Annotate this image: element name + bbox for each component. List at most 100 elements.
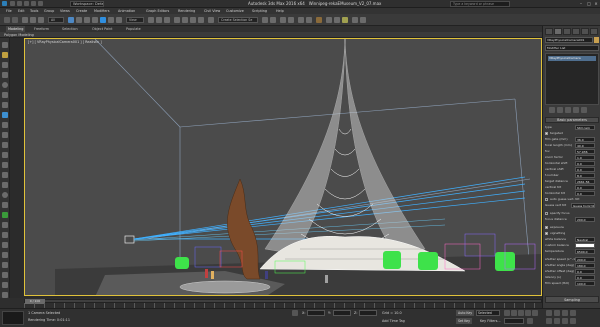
next-frame-icon[interactable]: [525, 310, 531, 316]
pin-stack-icon[interactable]: [549, 107, 555, 113]
sampling-rollout[interactable]: Sampling: [545, 296, 599, 303]
previous-frame-icon[interactable]: [511, 310, 517, 316]
percent-snap-icon[interactable]: [190, 17, 196, 23]
teapot-icon[interactable]: [2, 102, 8, 108]
x-coordinate-field[interactable]: [307, 310, 325, 316]
vray-light-icon[interactable]: [360, 17, 366, 23]
set-key-button[interactable]: Set Key: [456, 318, 473, 324]
rendered-frame-window-icon[interactable]: [334, 17, 340, 23]
zoom-all-icon[interactable]: [554, 310, 560, 316]
select-scale-icon[interactable]: [116, 17, 122, 23]
basic-parameters-rollout[interactable]: Basic parameters: [545, 117, 599, 123]
render-setup-icon[interactable]: [326, 17, 332, 23]
viewport-label[interactable]: [+] [ VRayPhysicalCamera001 ] [ Realisti…: [28, 40, 102, 44]
zoom-extents-all-icon[interactable]: [570, 310, 576, 316]
geometry-icon[interactable]: [2, 112, 8, 118]
param-field[interactable]: 200.0: [575, 217, 595, 222]
named-selection-dropdown[interactable]: Create Selection Se: [218, 17, 258, 23]
remove-modifier-icon[interactable]: [573, 107, 579, 113]
forest-icon[interactable]: [2, 212, 8, 218]
tree-icon[interactable]: [2, 272, 8, 278]
minimize-icon[interactable]: –: [578, 1, 584, 7]
modifier-stack-item[interactable]: VRayPhysicalCamera: [548, 56, 596, 61]
pivot-center-icon[interactable]: [148, 17, 154, 23]
redo-icon[interactable]: [12, 17, 18, 23]
vray-frame-buffer-icon[interactable]: [352, 17, 358, 23]
close-icon[interactable]: ×: [593, 1, 599, 7]
param-checkbox[interactable]: [545, 212, 548, 215]
loft-icon[interactable]: [2, 242, 8, 248]
play-icon[interactable]: [518, 310, 524, 316]
redo-icon[interactable]: [38, 1, 43, 6]
param-checkbox[interactable]: [545, 198, 548, 201]
reference-coordinate-dropdown[interactable]: View: [126, 17, 144, 23]
current-frame-field[interactable]: [504, 318, 524, 324]
param-field[interactable]: 36.0: [575, 137, 595, 142]
rectangular-selection-icon[interactable]: [84, 17, 90, 23]
color-swatch[interactable]: [575, 243, 595, 248]
param-field[interactable]: 0.0: [575, 185, 595, 190]
link-icon[interactable]: [22, 17, 28, 23]
param-checkbox[interactable]: [545, 132, 548, 135]
selection-filter-dropdown[interactable]: All: [48, 17, 64, 23]
object-color-swatch[interactable]: [594, 37, 599, 43]
param-dropdown[interactable]: Still cam: [575, 125, 595, 130]
mirror-icon[interactable]: [262, 17, 268, 23]
vray-fur-icon[interactable]: [2, 172, 8, 178]
vray-sphere-icon[interactable]: [2, 192, 8, 198]
scatter-paint-icon[interactable]: [2, 262, 8, 268]
field-of-view-icon[interactable]: [546, 318, 552, 324]
auto-key-button[interactable]: Auto Key: [456, 310, 475, 316]
edit-named-selection-icon[interactable]: [208, 17, 214, 23]
maximize-viewport-icon[interactable]: [570, 318, 576, 324]
new-file-icon[interactable]: [10, 1, 15, 6]
maximize-icon[interactable]: □: [586, 1, 592, 7]
keyboard-shortcut-icon[interactable]: [164, 17, 170, 23]
undo-icon[interactable]: [4, 17, 10, 23]
go-to-end-icon[interactable]: [532, 310, 538, 316]
snaps-toggle-icon[interactable]: [174, 17, 180, 23]
select-move-icon[interactable]: [100, 17, 106, 23]
render-production-icon[interactable]: [342, 17, 348, 23]
configure-modifier-sets-icon[interactable]: [581, 107, 587, 113]
sphere-icon[interactable]: [2, 82, 8, 88]
selected-set-dropdown[interactable]: Selected: [476, 310, 500, 316]
spinner-snap-icon[interactable]: [198, 17, 204, 23]
angle-snap-icon[interactable]: [182, 17, 188, 23]
app-logo-icon[interactable]: [2, 1, 7, 6]
param-field[interactable]: 180.0: [575, 263, 595, 268]
pan-view-icon[interactable]: [554, 318, 560, 324]
param-field[interactable]: 0.0: [575, 269, 595, 274]
param-field[interactable]: 0.0: [575, 191, 595, 196]
systems-icon[interactable]: [2, 152, 8, 158]
object-name-field[interactable]: VRayPhysicalCamera001: [545, 37, 593, 43]
search-input[interactable]: Type a keyword or phrase: [450, 1, 510, 7]
param-field[interactable]: 100.0: [575, 281, 595, 286]
camera-viewport[interactable]: [+] [ VRayPhysicalCamera001 ] [ Realisti…: [24, 38, 542, 296]
param-field[interactable]: 40.0: [575, 143, 595, 148]
save-file-icon[interactable]: [24, 1, 29, 6]
utilities-tab-icon[interactable]: [590, 28, 598, 35]
param-field[interactable]: 0.0: [575, 161, 595, 166]
hierarchy-tab-icon[interactable]: [563, 28, 571, 35]
param-dropdown[interactable]: Neutral: [575, 237, 595, 242]
param-field[interactable]: 6500.0: [575, 249, 595, 254]
select-object-icon[interactable]: [68, 17, 74, 23]
create-icon[interactable]: [2, 42, 8, 48]
y-coordinate-field[interactable]: [333, 310, 351, 316]
boolean-icon[interactable]: [2, 232, 8, 238]
show-end-result-icon[interactable]: [557, 107, 563, 113]
motion-tab-icon[interactable]: [572, 28, 580, 35]
light-icon[interactable]: [2, 52, 8, 58]
curve-editor-icon[interactable]: [298, 17, 304, 23]
align-icon[interactable]: [270, 17, 276, 23]
helper-icon[interactable]: [2, 72, 8, 78]
scatter-icon[interactable]: [2, 202, 8, 208]
param-field[interactable]: 0.0: [575, 275, 595, 280]
vray-proxy-icon[interactable]: [2, 162, 8, 168]
vray-plane-icon[interactable]: [2, 182, 8, 188]
unlink-icon[interactable]: [30, 17, 36, 23]
undo-icon[interactable]: [31, 1, 36, 6]
bind-space-warp-icon[interactable]: [38, 17, 44, 23]
key-filters-button[interactable]: Key Filters...: [480, 319, 501, 323]
